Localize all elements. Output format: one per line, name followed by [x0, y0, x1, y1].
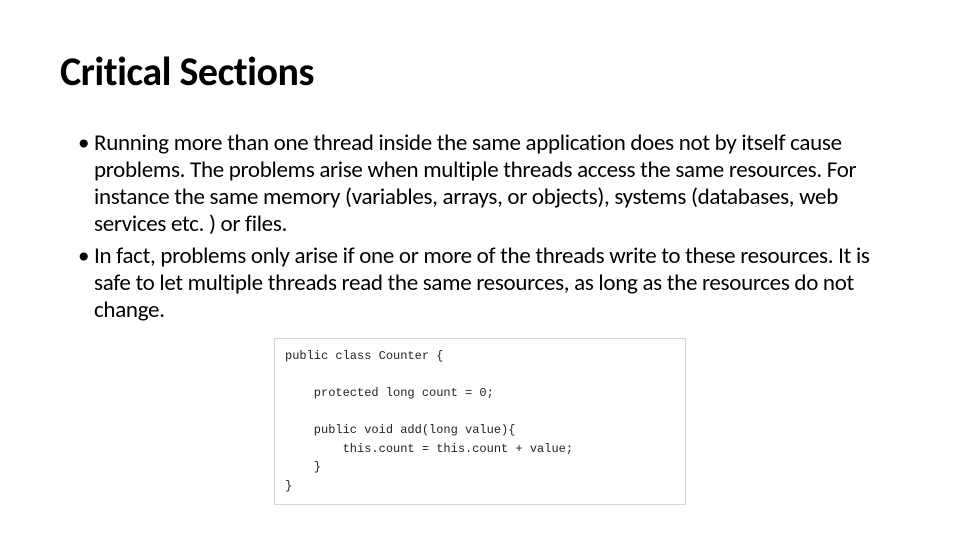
code-snippet: public class Counter { protected long co… [274, 338, 686, 505]
bullet-item: In fact, problems only arise if one or m… [78, 243, 900, 324]
slide: Critical Sections Running more than one … [0, 0, 960, 540]
code-line: public class Counter { [285, 349, 443, 363]
bullet-item: Running more than one thread inside the … [78, 130, 900, 239]
code-line: } [285, 479, 292, 493]
code-line: } [285, 460, 321, 474]
code-line: public void add(long value){ [285, 423, 515, 437]
code-line: this.count = this.count + value; [285, 442, 573, 456]
bullet-list: Running more than one thread inside the … [60, 130, 900, 324]
slide-title: Critical Sections [60, 50, 900, 94]
code-line: protected long count = 0; [285, 386, 494, 400]
